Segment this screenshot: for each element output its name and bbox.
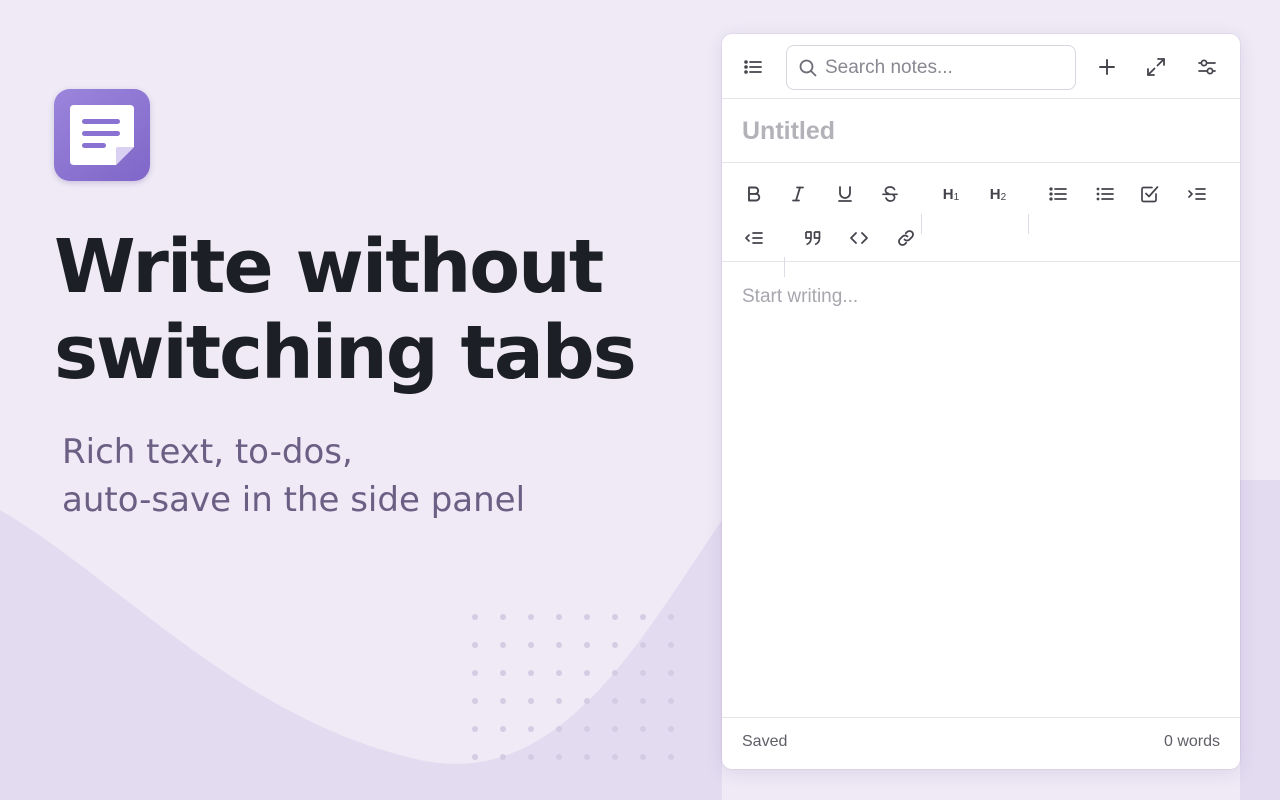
outdent-button[interactable]: [738, 222, 770, 254]
word-count: 0 words: [1163, 733, 1220, 750]
toolbar-separator: [784, 257, 785, 277]
heading-2-letter: H: [989, 185, 1001, 203]
numbered-list-icon: [1096, 187, 1114, 201]
notes-list-button[interactable]: [736, 50, 770, 84]
note-icon: [70, 105, 134, 165]
heading-2-level: 2: [1000, 191, 1007, 203]
bullet-list-icon: [1049, 187, 1067, 201]
side-panel: H1 H2 Start writing...: [722, 34, 1240, 769]
subheadline-line-1: Rich text, to-dos,: [62, 432, 353, 472]
link-icon: [898, 230, 914, 246]
app-logo: [54, 89, 150, 181]
heading-2-button[interactable]: H2: [982, 178, 1014, 210]
save-status: Saved: [742, 733, 788, 750]
indent-icon: [1188, 188, 1206, 200]
plus-icon: [1099, 59, 1115, 75]
indent-button[interactable]: [1181, 178, 1213, 210]
heading-1-level: 1: [953, 191, 960, 203]
headline: Write without switching tabs: [54, 224, 694, 396]
editor-placeholder: Start writing...: [742, 286, 859, 307]
new-note-button[interactable]: [1090, 50, 1124, 84]
expand-icon: [1147, 58, 1165, 76]
subheadline-line-2: auto-save in the side panel: [62, 480, 526, 520]
settings-sliders-icon: [1198, 59, 1216, 75]
heading-1-icon: H1: [943, 186, 959, 203]
link-button[interactable]: [890, 222, 922, 254]
panel-topbar: [722, 34, 1240, 99]
checklist-icon: [1141, 186, 1159, 203]
headline-line-2: switching tabs: [54, 310, 637, 396]
status-bar: Saved 0 words: [722, 717, 1240, 769]
strikethrough-icon: [882, 186, 898, 202]
heading-1-button[interactable]: H1: [935, 178, 967, 210]
note-title-row: [722, 99, 1240, 163]
code-icon: [850, 232, 868, 244]
blockquote-button[interactable]: [797, 222, 829, 254]
strikethrough-button[interactable]: [874, 178, 906, 210]
note-editor[interactable]: Start writing...: [742, 286, 1220, 706]
search-input[interactable]: [825, 46, 1065, 89]
italic-icon: [792, 186, 804, 202]
bold-icon: [748, 186, 761, 202]
settings-button[interactable]: [1190, 50, 1224, 84]
bullet-list-button[interactable]: [1042, 178, 1074, 210]
blockquote-icon: [805, 231, 821, 246]
menu-icon: [744, 60, 762, 74]
subheadline: Rich text, to-dos, auto-save in the side…: [62, 428, 682, 524]
underline-icon: [838, 186, 852, 202]
heading-2-icon: H2: [990, 186, 1006, 203]
formatting-toolbar: H1 H2: [722, 163, 1240, 277]
numbered-list-button[interactable]: [1089, 178, 1121, 210]
outdent-icon: [745, 232, 763, 244]
checklist-button[interactable]: [1134, 178, 1166, 210]
expand-button[interactable]: [1139, 50, 1173, 84]
search-icon: [799, 59, 817, 77]
toolbar-separator: [1028, 214, 1029, 234]
bold-button[interactable]: [738, 178, 770, 210]
search-box: [786, 45, 1076, 90]
headline-line-1: Write without: [54, 224, 604, 310]
heading-1-letter: H: [942, 185, 954, 203]
code-button[interactable]: [843, 222, 875, 254]
note-title-input[interactable]: [742, 111, 1212, 151]
underline-button[interactable]: [829, 178, 861, 210]
italic-button[interactable]: [782, 178, 814, 210]
